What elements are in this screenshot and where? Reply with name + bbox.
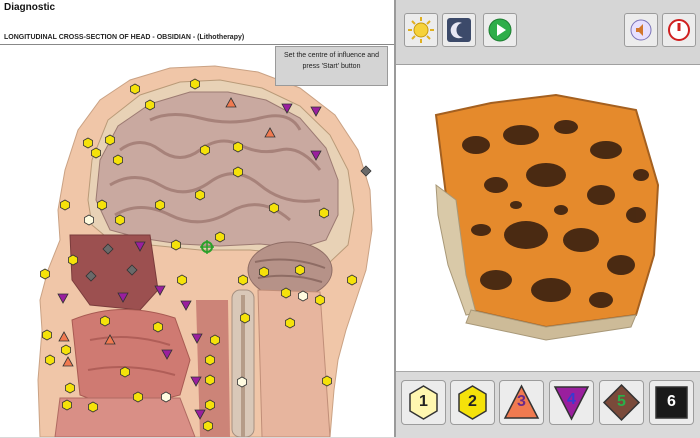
level-4-button[interactable]: 4 [549,380,594,425]
marker-hexagon [238,274,248,286]
level-number: 2 [468,393,477,410]
level-number: 1 [419,393,428,410]
marker-hexagon [42,329,52,341]
marker-hexagon [171,239,181,251]
day-mode-button[interactable] [404,13,438,47]
level-2-button[interactable]: 2 [450,380,495,425]
marker-hexagon [281,287,291,299]
marker-hexagon [120,366,130,378]
level-5-button[interactable]: 5 [599,380,644,425]
marker-hexagon [155,199,165,211]
marker-hexagon [195,189,205,201]
head-cross-section[interactable] [0,46,394,437]
marker-hexagon [130,83,140,95]
marker-hexagon [113,154,123,166]
hint-line-1: Set the centre of influence and [284,52,379,59]
marker-hexagon [203,420,213,432]
level-number: 6 [667,393,676,410]
marker-hexagon [65,382,75,394]
level-number: 5 [617,393,626,410]
power-button[interactable] [662,13,696,47]
play-icon [488,18,512,42]
marker-hexagon [298,290,308,302]
level-1-button[interactable]: 1 [401,380,446,425]
marker-hexagon [295,264,305,276]
marker-hexagon [233,166,243,178]
marker-hexagon [60,199,70,211]
marker-hexagon [177,274,187,286]
tongue [71,308,191,411]
marker-hexagon [100,315,110,327]
instruction-hint: Set the centre of influence and press 'S… [275,46,388,86]
window-title: Diagnostic [4,2,56,13]
hint-line-2: press 'Start' button [302,63,361,70]
marker-hexagon [200,144,210,156]
marker-hexagon [237,376,247,388]
marker-hexagon [88,401,98,413]
marker-hexagon [91,147,101,159]
marker-hexagon [285,317,295,329]
divider [0,44,394,45]
marker-hexagon [259,266,269,278]
marker-hexagon [240,312,250,324]
marker-hexagon [133,391,143,403]
marker-hexagon [269,202,279,214]
audio-icon [630,19,652,41]
marker-hexagon [190,78,200,90]
jaw [54,397,196,437]
power-icon [668,19,690,41]
marker-hexagon [205,354,215,366]
marker-hexagon [97,199,107,211]
marker-hexagon [115,214,125,226]
neck-muscle [257,289,331,437]
view-subtitle: LONGITUDINAL CROSS-SECTION OF HEAD - OBS… [4,34,245,41]
marker-hexagon [315,294,325,306]
marker-hexagon [83,137,93,149]
marker-hexagon [210,334,220,346]
toolbar [396,0,700,65]
marker-hexagon [215,231,225,243]
marker-hexagon [68,254,78,266]
marker-hexagon [45,354,55,366]
stone-view [396,65,700,371]
level-legend: 1 2 3 4 5 6 [396,371,700,438]
marker-hexagon [61,344,71,356]
marker-hexagon [145,99,155,111]
audio-button[interactable] [624,13,658,47]
level-number: 3 [517,393,526,410]
start-button[interactable] [483,13,517,47]
marker-hexagon [153,321,163,333]
marker-hexagon [233,141,243,153]
marker-hexagon [205,374,215,386]
sun-icon [408,17,434,43]
marker-hexagon [84,214,94,226]
marker-hexagon [161,391,171,403]
marker-hexagon [347,274,357,286]
night-mode-button[interactable] [442,13,476,47]
marker-hexagon [105,134,115,146]
marker-hexagon [40,268,50,280]
marker-hexagon [319,207,329,219]
diagnostic-panel: Diagnostic LONGITUDINAL CROSS-SECTION OF… [0,0,396,437]
marker-hexagon [205,399,215,411]
marker-hexagon [322,375,332,387]
moon-icon [447,18,471,42]
marker-hexagon [62,399,72,411]
level-6-button[interactable]: 6 [649,380,694,425]
obsidian-stone-image [434,93,660,341]
level-3-button[interactable]: 3 [499,380,544,425]
level-number: 4 [567,391,576,408]
